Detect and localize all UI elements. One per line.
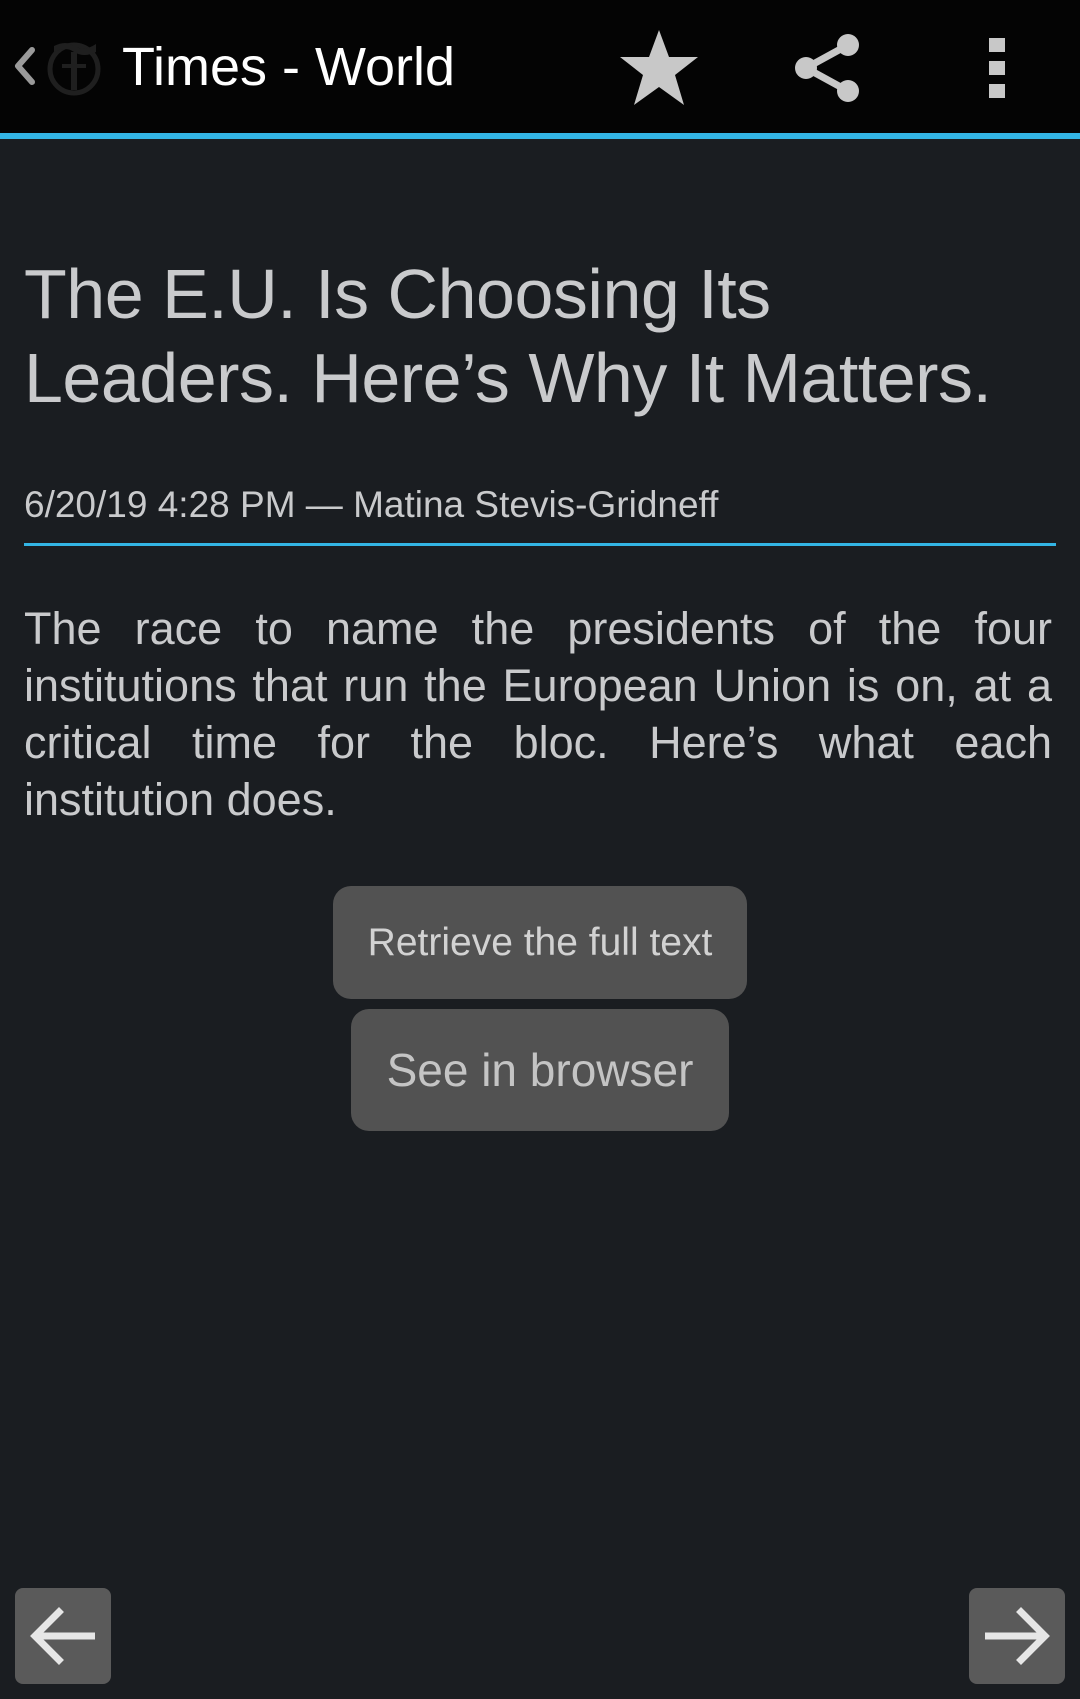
arrow-left-icon: [30, 1607, 95, 1665]
star-button[interactable]: [604, 20, 714, 116]
overflow-menu-icon: [989, 38, 1005, 98]
arrow-right-icon: [985, 1607, 1050, 1665]
previous-article-button[interactable]: [15, 1588, 111, 1684]
meta-divider: [24, 543, 1056, 546]
share-button[interactable]: [773, 20, 883, 116]
share-icon: [795, 34, 859, 102]
article-screen: Times - World The E.U. Is Choosing Its L…: [0, 0, 1080, 1699]
chevron-left-icon: [15, 47, 35, 85]
next-article-button[interactable]: [969, 1588, 1065, 1684]
app-title: Times - World: [122, 37, 456, 97]
article-summary: The race to name the presidents of the f…: [24, 603, 1052, 825]
times-logo-icon: [47, 42, 101, 96]
action-bar-divider: [0, 133, 1080, 139]
see-in-browser-button[interactable]: See in browser: [351, 1009, 729, 1131]
retrieve-full-text-button[interactable]: Retrieve the full text: [333, 886, 747, 999]
action-bar: Times - World: [0, 0, 1080, 133]
up-navigation[interactable]: [0, 0, 110, 133]
article-title: The E.U. Is Choosing Its Leaders. Here’s…: [24, 255, 992, 417]
star-icon: [620, 30, 698, 105]
article-meta: 6/20/19 4:28 PM — Matina Stevis-Gridneff: [24, 484, 719, 525]
overflow-menu-button[interactable]: [942, 20, 1052, 116]
